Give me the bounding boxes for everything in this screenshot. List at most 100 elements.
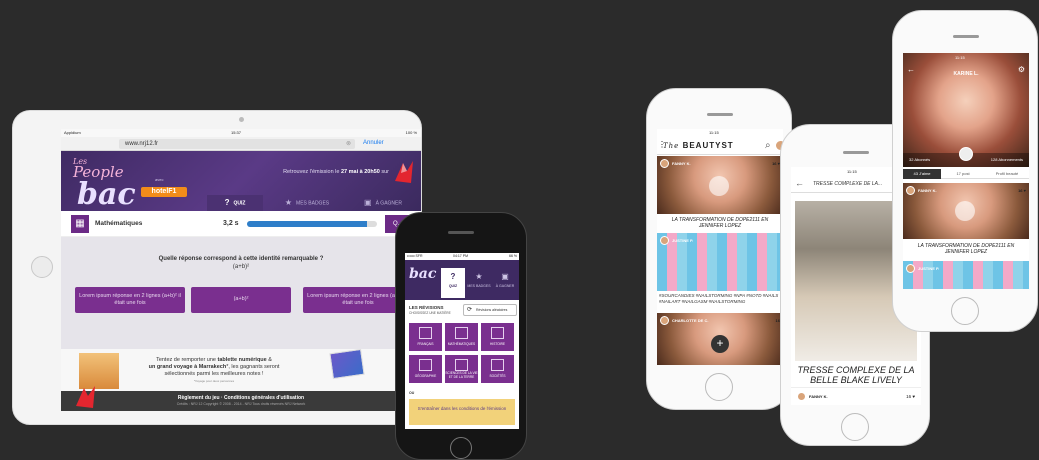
tile-francais[interactable]: FRANÇAIS xyxy=(409,323,442,351)
tile-francais-label: FRANÇAIS xyxy=(417,342,434,346)
avatar[interactable] xyxy=(797,392,806,401)
logo-bac: bac xyxy=(77,177,136,212)
clear-icon[interactable]: ⊗ xyxy=(346,139,351,149)
add-post-button[interactable]: + xyxy=(711,335,729,353)
tab-gagner[interactable]: ▣ À GAGNER xyxy=(493,268,517,298)
avatar[interactable] xyxy=(660,159,669,168)
tab-gagner[interactable]: ▣ À GAGNER xyxy=(351,195,415,211)
avatar[interactable] xyxy=(660,316,669,325)
question-formula: (a+b)² xyxy=(232,264,250,270)
subject-row: ▦ Mathématiques 3,2 s Q. xyxy=(61,211,421,237)
home-button[interactable] xyxy=(951,297,979,325)
tablet-prize-image xyxy=(329,348,365,380)
url-text: www.nrj12.fr xyxy=(125,141,159,147)
tile-geographie[interactable]: GÉOGRAPHIE xyxy=(409,355,442,383)
logo-word: BEAUTYST xyxy=(682,141,734,150)
post-username[interactable]: FANNY K. xyxy=(918,188,937,193)
tab-likes[interactable]: 43 J'aime xyxy=(903,169,941,179)
gift-icon: ▣ xyxy=(501,272,509,281)
karine-iphone: 11:15 ← KARINE L. ⚙ 32 Abonnés 128 Abonn… xyxy=(892,10,1038,332)
tab-badges-label: MES BADGES xyxy=(467,284,491,288)
footer-links[interactable]: Règlement du jeu · Conditions générales … xyxy=(141,395,341,401)
answer-button-1[interactable]: Lorem ipsum réponse en 2 lignes (a+b)² i… xyxy=(75,287,185,313)
tab-quiz[interactable]: ? QUIZ xyxy=(441,268,465,298)
random-revisions-button[interactable]: ⟳ Révisions aléatoires xyxy=(463,304,517,316)
post-username[interactable]: JUSTINE P. xyxy=(672,238,693,243)
play-icon[interactable] xyxy=(955,201,975,221)
post-image-nails[interactable]: JUSTINE P. xyxy=(903,261,1029,289)
tab-badges[interactable]: ★ MES BADGES xyxy=(467,268,491,298)
profile-avatar[interactable] xyxy=(959,147,973,161)
dark-phone-banner: bac ? QUIZ ★ MES BADGES ▣ À GAGNER xyxy=(405,260,519,300)
avatar[interactable] xyxy=(906,264,915,273)
emission-text: Retrouvez l'émission le 27 mai à 20h50 s… xyxy=(261,169,389,175)
ipad-home-button[interactable] xyxy=(31,256,53,278)
cancel-link[interactable]: Annuler xyxy=(363,140,384,146)
profile-name: KARINE L. xyxy=(953,71,979,77)
tile-svt[interactable]: SCIENCES DE LA VIE ET DE LA TERRE xyxy=(445,355,478,383)
avatar[interactable] xyxy=(660,236,669,245)
revisions-title: LES RÉVISIONS xyxy=(409,305,444,310)
promo-l2-post: *, les gagnants seront xyxy=(226,364,280,370)
post-image-face[interactable]: FANNY K. 16 ♥ xyxy=(903,183,1029,239)
play-icon[interactable] xyxy=(709,176,729,196)
star-icon: ★ xyxy=(475,272,483,281)
tile-societes[interactable]: SOCIÉTÉS xyxy=(481,355,514,383)
tile-maths[interactable]: MATHÉMATIQUES xyxy=(445,323,478,351)
subject-label: Mathématiques xyxy=(95,220,143,227)
back-arrow-icon[interactable]: ← xyxy=(795,178,804,188)
footer-copyright: Crédits : NRJ 12 Copyright © 2008 - 2014… xyxy=(176,402,306,406)
post-username[interactable]: FANNY K. xyxy=(672,161,691,166)
tab-posts[interactable]: 17 post xyxy=(943,169,983,179)
post-username[interactable]: FANNY K. xyxy=(809,394,828,399)
post-likes[interactable]: 16 ♥ xyxy=(906,394,915,399)
status-bar: Appldium 15:37 100 % xyxy=(61,129,421,137)
promo-l1-bold: tablette numérique xyxy=(217,357,267,363)
tile-svt-label: SCIENCES DE LA VIE ET DE LA TERRE xyxy=(445,371,478,379)
dark-phone-screen: •••oo SFR 04:17 PM 66 % bac ? QUIZ ★ MES B… xyxy=(405,253,519,429)
home-button[interactable] xyxy=(450,437,472,459)
calculator-icon xyxy=(455,327,468,339)
revisions-subtitle: CHOISISSEZ UNE MATIÈRE xyxy=(409,311,451,315)
avatar[interactable] xyxy=(906,186,915,195)
tile-histoire[interactable]: HISTOIRE xyxy=(481,323,514,351)
following-count[interactable]: 128 Abonnements xyxy=(991,157,1023,162)
settings-icon[interactable]: ⚙ xyxy=(1018,65,1025,74)
answer-button-2[interactable]: (a+b)² xyxy=(191,287,291,313)
quiz-icon: ? xyxy=(450,272,456,281)
ipad-camera xyxy=(239,117,244,122)
book-icon xyxy=(419,327,432,339)
emission-date: 27 mai à 20h50 xyxy=(340,169,380,175)
or-separator: OU xyxy=(409,391,415,395)
tab-beauty-profile[interactable]: Profil beauté xyxy=(985,169,1029,179)
url-field[interactable]: www.nrj12.fr ⊗ xyxy=(119,139,355,149)
post-image-nails[interactable]: JUSTINE P. xyxy=(657,233,783,291)
post-username[interactable]: JUSTINE P. xyxy=(918,266,939,271)
status-bar: 11:15 xyxy=(657,129,783,137)
tab-badges[interactable]: ★ MES BADGES xyxy=(275,195,339,211)
browser-address-bar: www.nrj12.fr ⊗ Annuler xyxy=(61,137,421,151)
home-button[interactable] xyxy=(841,413,869,441)
timer-progress-fill xyxy=(247,221,367,227)
question-line: Quelle réponse correspond à cette identi… xyxy=(158,256,324,262)
post-hashtags: #SOURCANDIES #NAILSTORMING #NPA #NOTD #N… xyxy=(659,293,779,304)
logo-bac: bac xyxy=(409,266,437,282)
ipad-device: Appldium 15:37 100 % www.nrj12.fr ⊗ Annu… xyxy=(12,110,422,425)
tab-badges-label: MES BADGES xyxy=(296,200,330,207)
post-image-3[interactable]: CHARLOTTE DE C. 16 + xyxy=(657,313,783,365)
tab-quiz[interactable]: ? QUIZ xyxy=(207,195,263,211)
post-likes: 16 ♥ xyxy=(772,161,780,166)
status-battery: 100 % xyxy=(405,130,417,135)
post-image-face[interactable]: FANNY K. 16 ♥ xyxy=(657,156,783,214)
tab-quiz-label: QUIZ xyxy=(448,284,458,288)
home-button[interactable] xyxy=(705,373,733,401)
followers-count[interactable]: 32 Abonnés xyxy=(909,157,930,162)
train-emission-button[interactable]: S'entraîner dans les conditions de l'émi… xyxy=(409,399,515,425)
logo-the: The xyxy=(663,142,680,150)
post-username[interactable]: CHARLOTTE DE C. xyxy=(672,318,708,323)
search-icon[interactable]: ⌕ xyxy=(765,140,771,151)
tab-gagner-label: À GAGNER xyxy=(375,200,402,207)
header-banner: Les People bac avec hotelF1 Retrouvez l'… xyxy=(61,151,421,212)
status-time: 04:17 PM xyxy=(453,254,468,258)
promo-l2-bold: un grand voyage à Marrakech xyxy=(148,364,227,370)
